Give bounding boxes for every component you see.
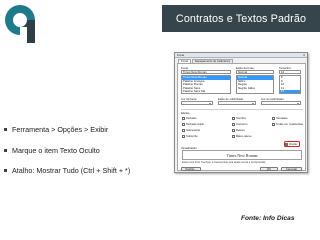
bullet-square-icon — [4, 169, 7, 172]
font-input[interactable]: Times New Roman — [181, 70, 231, 74]
size-list[interactable]: 8 9 10 11 12 — [279, 75, 301, 94]
bullet-item: Atalho: Mostrar Tudo (Ctrl + Shift + *) — [4, 166, 130, 175]
preview-box: Times New Roman — [182, 150, 302, 160]
divider — [181, 109, 303, 110]
font-list[interactable]: Times New Roman Palatino Linotype Palati… — [181, 75, 231, 94]
effect-checkbox[interactable]: Sombra — [232, 116, 246, 120]
effect-checkbox[interactable]: Relevo — [232, 128, 245, 132]
size-input[interactable]: 12 — [279, 70, 301, 74]
ok-button[interactable]: OK — [260, 167, 278, 171]
dialog-titlebar: Fonte x — [175, 53, 307, 58]
list-item[interactable]: 12 — [280, 90, 300, 93]
effect-checkbox[interactable]: Subscrito — [182, 134, 198, 138]
bullet-square-icon — [4, 128, 7, 131]
underline-color-select[interactable] — [261, 101, 301, 105]
effect-checkbox[interactable]: Tachado — [182, 116, 197, 120]
font-color-select[interactable] — [181, 101, 213, 105]
source-caption: Fonte: Info Dicas — [241, 215, 295, 222]
cancel-button[interactable]: Cancelar — [281, 167, 302, 171]
effect-checkbox[interactable]: Baixo-relevo — [232, 134, 252, 138]
font-dialog-screenshot: Fonte x Fonte Espaçamento de caracteres … — [174, 52, 308, 173]
default-button[interactable]: Padrão... — [181, 167, 201, 171]
style-list[interactable]: Normal Itálico Negrito Negrito Itálico — [236, 75, 274, 94]
preview-text: Times New Roman — [226, 152, 258, 158]
effect-checkbox[interactable]: Contorno — [232, 122, 248, 126]
effect-checkbox[interactable]: Versalete — [272, 116, 288, 120]
list-item[interactable]: Palatino Sans Std — [182, 90, 230, 93]
underline-style-select[interactable] — [218, 101, 256, 105]
effect-checkbox[interactable]: Sobrescrito — [182, 128, 200, 132]
bullet-item: Ferramenta > Opções > Exibir — [4, 125, 108, 134]
close-icon[interactable]: x — [303, 53, 305, 57]
bullet-square-icon — [4, 149, 7, 152]
truetype-note: Esta é uma fonte TrueType. A mesma fonte… — [182, 161, 266, 164]
list-item[interactable]: Negrito Itálico — [237, 86, 273, 91]
dialog-panel: Fonte: Times New Roman Times New Roman P… — [177, 63, 306, 171]
effects-label: Efeitos — [181, 111, 190, 115]
bullet-item: Marque o item Texto Oculto — [4, 146, 100, 155]
slide-title: Contratos e Textos Padrão — [162, 5, 320, 32]
style-input[interactable]: Normal — [236, 70, 274, 74]
dialog-title: Fonte — [177, 53, 185, 57]
logo-icon — [5, 5, 35, 43]
effect-checkbox[interactable]: Todas em maiúsculas — [272, 122, 303, 126]
effect-checkbox[interactable]: Tachado duplo — [182, 122, 204, 126]
highlight-circle — [284, 141, 300, 147]
